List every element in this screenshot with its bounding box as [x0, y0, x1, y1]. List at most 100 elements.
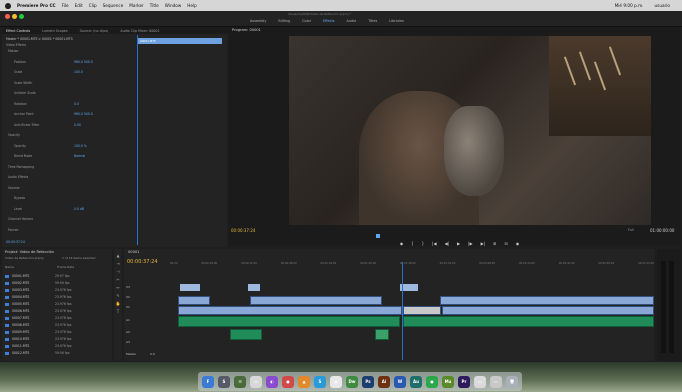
- effect-controls-clip-bar[interactable]: 00001.MTS: [137, 38, 222, 44]
- dock-app-icon[interactable]: 🗑: [506, 375, 518, 388]
- workspace-editing[interactable]: Editing: [278, 19, 290, 23]
- workspace-effects[interactable]: Effects: [323, 19, 335, 23]
- zoom-window-button[interactable]: [19, 14, 24, 19]
- track-v2[interactable]: V2: [126, 295, 130, 299]
- menu-app-name[interactable]: Premiere Pro CC: [17, 3, 56, 8]
- menu-edit[interactable]: Edit: [75, 3, 83, 8]
- dock-app-icon[interactable]: ●: [282, 375, 294, 388]
- track-v3[interactable]: V3: [126, 285, 130, 289]
- selection-tool-icon[interactable]: ▲: [115, 253, 121, 258]
- effect-row-label[interactable]: Uniform Scale: [14, 91, 36, 95]
- hand-tool-icon[interactable]: ✋: [115, 301, 121, 306]
- timeline-clip-v2[interactable]: [440, 296, 654, 305]
- dock-app-icon[interactable]: S: [314, 375, 326, 388]
- dock-app-icon[interactable]: ▭: [474, 375, 486, 388]
- effect-row-label[interactable]: Scale: [14, 70, 22, 74]
- effect-row-label[interactable]: Rotation: [14, 102, 27, 106]
- project-item[interactable]: 00007.MTS 23.976 fps: [5, 315, 109, 321]
- track-master[interactable]: Master: [126, 352, 136, 356]
- project-column-name[interactable]: Name: [5, 266, 14, 269]
- effect-row-label[interactable]: Scale Width: [14, 81, 32, 85]
- timeline-clip-a2[interactable]: [230, 329, 262, 340]
- dock-app-icon[interactable]: W: [394, 375, 406, 388]
- effect-row-label[interactable]: Position: [14, 60, 26, 64]
- tab-lumetri-scopes[interactable]: Lumetri Scopes: [42, 29, 67, 33]
- effect-row-label[interactable]: Panner: [8, 228, 19, 232]
- timeline-clip-v1-selected[interactable]: [403, 306, 441, 315]
- effect-row-label[interactable]: Motion: [8, 49, 19, 53]
- menu-help[interactable]: Help: [187, 3, 197, 8]
- project-column-fps[interactable]: Frame Rate: [57, 266, 74, 269]
- effect-row-value[interactable]: 0.0 dB: [74, 207, 84, 211]
- project-item[interactable]: 00012.MTS 59.94 fps: [5, 350, 109, 356]
- dock-app-icon[interactable]: ▲: [298, 375, 310, 388]
- project-item[interactable]: 00008.MTS 23.976 fps: [5, 322, 109, 328]
- menu-clip[interactable]: Clip: [89, 3, 97, 8]
- workspace-color[interactable]: Color: [302, 19, 311, 23]
- effect-row-value[interactable]: 0.00: [74, 123, 81, 127]
- dock-app-icon[interactable]: F: [202, 375, 214, 388]
- timeline-clip-a2[interactable]: [375, 329, 389, 340]
- slip-tool-icon[interactable]: ↔: [115, 285, 121, 290]
- pen-tool-icon[interactable]: ✎: [115, 293, 121, 298]
- dock-app-icon[interactable]: Ps: [362, 375, 374, 388]
- project-title[interactable]: Project: Video de Refacción: [5, 250, 54, 255]
- timeline-playhead[interactable]: [402, 262, 403, 360]
- effect-controls-playhead[interactable]: [137, 35, 138, 245]
- project-item[interactable]: 00003.MTS 23.976 fps: [5, 287, 109, 293]
- fit-dropdown[interactable]: Full: [628, 228, 634, 232]
- effect-row-label[interactable]: Channel Volume: [8, 217, 33, 221]
- step-forward-button[interactable]: |▶: [468, 241, 472, 246]
- dock-app-icon[interactable]: ☰: [234, 375, 246, 388]
- effect-row-label[interactable]: Time Remapping: [8, 165, 34, 169]
- menu-title[interactable]: Title: [150, 3, 159, 8]
- timeline-clip-v1[interactable]: [178, 306, 402, 315]
- timeline-clip-v3[interactable]: [180, 284, 200, 291]
- effect-row-value[interactable]: 960.0 540.0: [74, 60, 93, 64]
- timeline-clip-v2[interactable]: [178, 296, 210, 305]
- effect-row-label[interactable]: Anti-flicker Filter: [14, 123, 39, 127]
- dock-app-icon[interactable]: ◐: [266, 375, 278, 388]
- play-button[interactable]: ▶: [457, 241, 460, 246]
- menu-marker[interactable]: Marker: [129, 3, 143, 8]
- text-tool-icon[interactable]: T: [115, 309, 121, 314]
- minimize-window-button[interactable]: [12, 14, 17, 19]
- track-v1[interactable]: V1: [126, 305, 130, 309]
- timeline-clip-a1[interactable]: [403, 316, 654, 327]
- menu-window[interactable]: Window: [165, 3, 182, 8]
- timeline-clip-v3[interactable]: [248, 284, 260, 291]
- master-volume-value[interactable]: 0.0: [150, 352, 155, 356]
- project-item[interactable]: 00004.MTS 23.976 fps: [5, 294, 109, 300]
- project-item[interactable]: 00010.MTS 23.976 fps: [5, 336, 109, 342]
- add-marker-button[interactable]: ◆: [400, 241, 403, 246]
- dock-app-icon[interactable]: ●: [426, 375, 438, 388]
- timeline-tab[interactable]: 00001: [128, 250, 139, 255]
- tab-audio-clip-mixer[interactable]: Audio Clip Mixer: 00001: [120, 29, 159, 33]
- project-item[interactable]: 00001.MTS 29.97 fps: [5, 273, 109, 279]
- timeline-clip-v1[interactable]: [442, 306, 654, 315]
- step-back-button[interactable]: ◀|: [445, 241, 449, 246]
- track-select-tool-icon[interactable]: ⇥: [115, 261, 121, 266]
- razor-tool-icon[interactable]: ✂: [115, 277, 121, 282]
- project-item[interactable]: 00006.MTS 23.976 fps: [5, 308, 109, 314]
- effect-row-label[interactable]: Audio Effects: [8, 175, 28, 179]
- project-item[interactable]: 00009.MTS 23.976 fps: [5, 329, 109, 335]
- effect-row-label[interactable]: Blend Mode: [14, 154, 32, 158]
- dock-app-icon[interactable]: Dw: [346, 375, 358, 388]
- effect-row-label[interactable]: Opacity: [14, 144, 26, 148]
- program-monitor-title[interactable]: Program: 00001: [232, 28, 261, 33]
- program-timecode[interactable]: 00:00:37:24: [231, 228, 255, 233]
- timeline-timecode[interactable]: 00:00:37:24: [127, 259, 158, 265]
- effect-row-label[interactable]: Bypass: [14, 196, 25, 200]
- effect-row-value[interactable]: 960.0 540.0: [74, 112, 93, 116]
- effect-row-value[interactable]: 100.0 %: [74, 144, 87, 148]
- go-to-out-button[interactable]: ▶|: [481, 241, 485, 246]
- dock-app-icon[interactable]: Mu: [442, 375, 454, 388]
- extract-button[interactable]: ⊟: [504, 241, 507, 246]
- dock-app-icon[interactable]: ◉: [330, 375, 342, 388]
- tab-source[interactable]: Source: (no clips): [80, 29, 109, 33]
- go-to-in-button[interactable]: |◀: [432, 241, 436, 246]
- close-window-button[interactable]: [5, 14, 10, 19]
- menubar-user[interactable]: usuario: [654, 3, 670, 8]
- export-frame-button[interactable]: ◉: [516, 241, 520, 246]
